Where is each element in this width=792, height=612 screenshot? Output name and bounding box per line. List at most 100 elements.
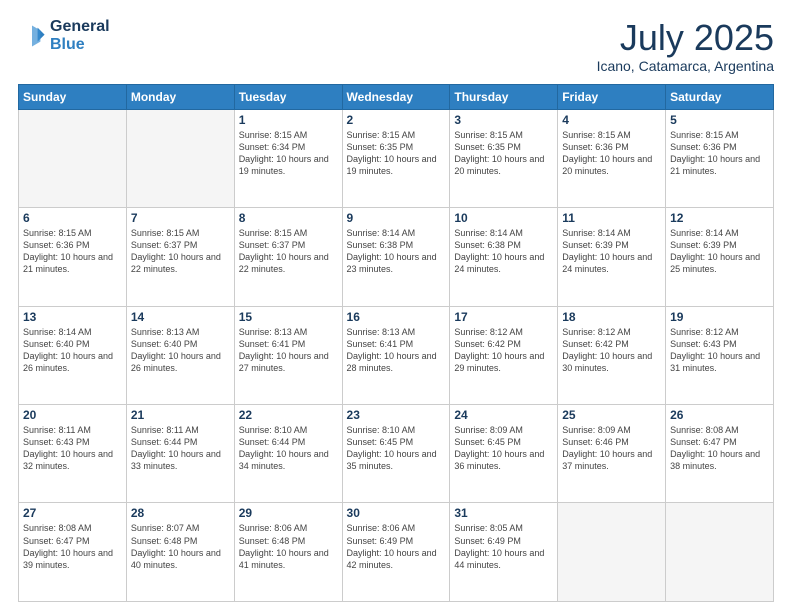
day-header-friday: Friday (558, 84, 666, 109)
day-number: 17 (454, 310, 553, 324)
day-number: 14 (131, 310, 230, 324)
day-number: 28 (131, 506, 230, 520)
day-info: Sunrise: 8:15 AM Sunset: 6:35 PM Dayligh… (347, 129, 446, 178)
day-info: Sunrise: 8:11 AM Sunset: 6:43 PM Dayligh… (23, 424, 122, 473)
day-header-wednesday: Wednesday (342, 84, 450, 109)
day-info: Sunrise: 8:10 AM Sunset: 6:44 PM Dayligh… (239, 424, 338, 473)
day-cell: 21Sunrise: 8:11 AM Sunset: 6:44 PM Dayli… (126, 405, 234, 503)
day-number: 18 (562, 310, 661, 324)
week-row-5: 27 Sunrise: 8:08 AM Sunset: 6:47 PM Dayli… (19, 503, 774, 602)
day-cell: 10 Sunrise: 8:14 AM Sunset: 6:38 PM Dayli… (450, 208, 558, 306)
day-number: 20 (23, 408, 122, 422)
day-cell: 19Sunrise: 8:12 AM Sunset: 6:43 PM Dayli… (666, 306, 774, 404)
day-number: 19 (670, 310, 769, 324)
day-number: 8 (239, 211, 338, 225)
day-header-thursday: Thursday (450, 84, 558, 109)
day-number: 4 (562, 113, 661, 127)
week-row-3: 13Sunrise: 8:14 AM Sunset: 6:40 PM Dayli… (19, 306, 774, 404)
day-cell: 18 Sunrise: 8:12 AM Sunset: 6:42 PM Dayli… (558, 306, 666, 404)
day-number: 13 (23, 310, 122, 324)
day-header-monday: Monday (126, 84, 234, 109)
week-row-1: 1 Sunrise: 8:15 AM Sunset: 6:34 PM Daylig… (19, 109, 774, 207)
day-number: 29 (239, 506, 338, 520)
day-info: Sunrise: 8:09 AM Sunset: 6:46 PM Dayligh… (562, 424, 661, 473)
day-number: 30 (347, 506, 446, 520)
day-cell: 26Sunrise: 8:08 AM Sunset: 6:47 PM Dayli… (666, 405, 774, 503)
day-cell: 11Sunrise: 8:14 AM Sunset: 6:39 PM Dayli… (558, 208, 666, 306)
week-row-2: 6 Sunrise: 8:15 AM Sunset: 6:36 PM Daylig… (19, 208, 774, 306)
day-cell: 31 Sunrise: 8:05 AM Sunset: 6:49 PM Dayli… (450, 503, 558, 602)
day-cell: 1 Sunrise: 8:15 AM Sunset: 6:34 PM Daylig… (234, 109, 342, 207)
day-number: 2 (347, 113, 446, 127)
day-cell: 5 Sunrise: 8:15 AM Sunset: 6:36 PM Daylig… (666, 109, 774, 207)
day-cell: 15Sunrise: 8:13 AM Sunset: 6:41 PM Dayli… (234, 306, 342, 404)
day-number: 31 (454, 506, 553, 520)
day-info: Sunrise: 8:15 AM Sunset: 6:34 PM Dayligh… (239, 129, 338, 178)
logo-icon (18, 22, 46, 50)
day-cell: 12Sunrise: 8:14 AM Sunset: 6:39 PM Dayli… (666, 208, 774, 306)
day-number: 26 (670, 408, 769, 422)
day-number: 1 (239, 113, 338, 127)
day-info: Sunrise: 8:12 AM Sunset: 6:42 PM Dayligh… (454, 326, 553, 375)
day-cell: 14 Sunrise: 8:13 AM Sunset: 6:40 PM Dayli… (126, 306, 234, 404)
day-info: Sunrise: 8:15 AM Sunset: 6:35 PM Dayligh… (454, 129, 553, 178)
day-info: Sunrise: 8:14 AM Sunset: 6:38 PM Dayligh… (347, 227, 446, 276)
day-number: 5 (670, 113, 769, 127)
day-info: Sunrise: 8:15 AM Sunset: 6:37 PM Dayligh… (239, 227, 338, 276)
day-number: 22 (239, 408, 338, 422)
day-cell: 23Sunrise: 8:10 AM Sunset: 6:45 PM Dayli… (342, 405, 450, 503)
day-header-sunday: Sunday (19, 84, 127, 109)
header-row: SundayMondayTuesdayWednesdayThursdayFrid… (19, 84, 774, 109)
day-info: Sunrise: 8:14 AM Sunset: 6:39 PM Dayligh… (562, 227, 661, 276)
day-info: Sunrise: 8:06 AM Sunset: 6:48 PM Dayligh… (239, 522, 338, 571)
day-cell: 6 Sunrise: 8:15 AM Sunset: 6:36 PM Daylig… (19, 208, 127, 306)
day-info: Sunrise: 8:14 AM Sunset: 6:38 PM Dayligh… (454, 227, 553, 276)
day-number: 16 (347, 310, 446, 324)
day-info: Sunrise: 8:13 AM Sunset: 6:40 PM Dayligh… (131, 326, 230, 375)
day-cell (666, 503, 774, 602)
month-title: July 2025 (597, 18, 774, 58)
day-cell: 22 Sunrise: 8:10 AM Sunset: 6:44 PM Dayli… (234, 405, 342, 503)
day-info: Sunrise: 8:08 AM Sunset: 6:47 PM Dayligh… (23, 522, 122, 571)
location: Icano, Catamarca, Argentina (597, 58, 774, 74)
day-cell: 27 Sunrise: 8:08 AM Sunset: 6:47 PM Dayli… (19, 503, 127, 602)
day-cell: 30Sunrise: 8:06 AM Sunset: 6:49 PM Dayli… (342, 503, 450, 602)
day-info: Sunrise: 8:15 AM Sunset: 6:36 PM Dayligh… (670, 129, 769, 178)
day-cell: 25 Sunrise: 8:09 AM Sunset: 6:46 PM Dayli… (558, 405, 666, 503)
day-cell: 29 Sunrise: 8:06 AM Sunset: 6:48 PM Dayli… (234, 503, 342, 602)
day-info: Sunrise: 8:09 AM Sunset: 6:45 PM Dayligh… (454, 424, 553, 473)
page: General Blue July 2025 Icano, Catamarca,… (0, 0, 792, 612)
day-cell: 9Sunrise: 8:14 AM Sunset: 6:38 PM Daylig… (342, 208, 450, 306)
day-number: 24 (454, 408, 553, 422)
day-number: 21 (131, 408, 230, 422)
day-cell: 24 Sunrise: 8:09 AM Sunset: 6:45 PM Dayli… (450, 405, 558, 503)
day-info: Sunrise: 8:15 AM Sunset: 6:36 PM Dayligh… (562, 129, 661, 178)
logo: General Blue (18, 18, 110, 54)
title-block: July 2025 Icano, Catamarca, Argentina (597, 18, 774, 74)
day-info: Sunrise: 8:15 AM Sunset: 6:36 PM Dayligh… (23, 227, 122, 276)
day-cell: 17 Sunrise: 8:12 AM Sunset: 6:42 PM Dayli… (450, 306, 558, 404)
day-header-saturday: Saturday (666, 84, 774, 109)
day-number: 23 (347, 408, 446, 422)
day-number: 25 (562, 408, 661, 422)
day-number: 27 (23, 506, 122, 520)
day-info: Sunrise: 8:13 AM Sunset: 6:41 PM Dayligh… (239, 326, 338, 375)
day-cell: 13Sunrise: 8:14 AM Sunset: 6:40 PM Dayli… (19, 306, 127, 404)
day-info: Sunrise: 8:12 AM Sunset: 6:42 PM Dayligh… (562, 326, 661, 375)
week-row-4: 20 Sunrise: 8:11 AM Sunset: 6:43 PM Dayli… (19, 405, 774, 503)
day-cell: 16 Sunrise: 8:13 AM Sunset: 6:41 PM Dayli… (342, 306, 450, 404)
day-cell (126, 109, 234, 207)
calendar-table: SundayMondayTuesdayWednesdayThursdayFrid… (18, 84, 774, 602)
day-cell: 20 Sunrise: 8:11 AM Sunset: 6:43 PM Dayli… (19, 405, 127, 503)
logo-text: General Blue (50, 18, 110, 54)
day-number: 10 (454, 211, 553, 225)
day-cell (19, 109, 127, 207)
day-cell: 7Sunrise: 8:15 AM Sunset: 6:37 PM Daylig… (126, 208, 234, 306)
day-cell: 8 Sunrise: 8:15 AM Sunset: 6:37 PM Daylig… (234, 208, 342, 306)
day-cell: 28Sunrise: 8:07 AM Sunset: 6:48 PM Dayli… (126, 503, 234, 602)
day-info: Sunrise: 8:13 AM Sunset: 6:41 PM Dayligh… (347, 326, 446, 375)
day-cell: 3Sunrise: 8:15 AM Sunset: 6:35 PM Daylig… (450, 109, 558, 207)
day-info: Sunrise: 8:05 AM Sunset: 6:49 PM Dayligh… (454, 522, 553, 571)
day-header-tuesday: Tuesday (234, 84, 342, 109)
day-number: 6 (23, 211, 122, 225)
